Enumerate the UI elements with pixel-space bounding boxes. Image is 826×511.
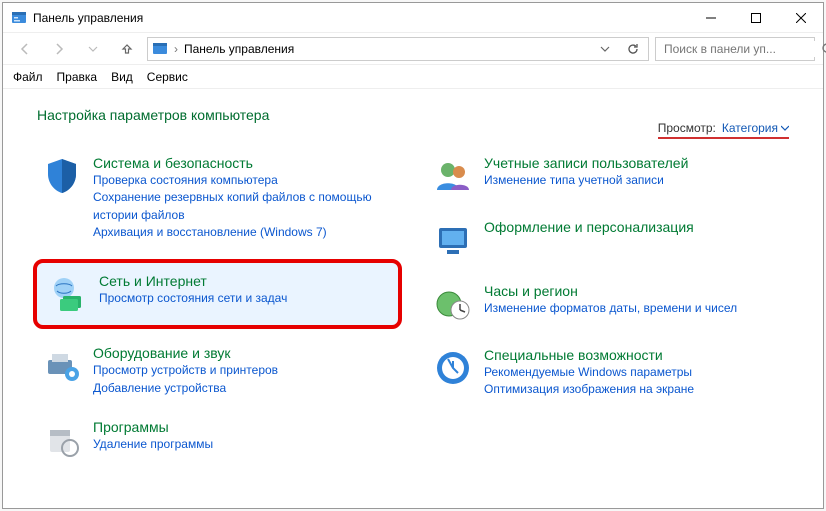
close-button[interactable] <box>778 3 823 33</box>
category-link[interactable]: Проверка состояния компьютера <box>93 172 394 189</box>
maximize-button[interactable] <box>733 3 778 33</box>
category-title[interactable]: Сеть и Интернет <box>99 273 207 289</box>
category-network-internet[interactable]: Сеть и Интернет Просмотр состояния сети … <box>43 269 392 319</box>
menu-tools[interactable]: Сервис <box>147 70 188 84</box>
shield-icon <box>41 155 83 197</box>
users-icon <box>432 155 474 197</box>
category-programs: Программы Удаление программы <box>37 415 398 465</box>
forward-button[interactable] <box>45 35 73 63</box>
category-system-security: Система и безопасность Проверка состояни… <box>37 151 398 245</box>
category-title[interactable]: Оборудование и звук <box>93 345 231 361</box>
category-ease-of-access: Специальные возможности Рекомендуемые Wi… <box>428 343 789 403</box>
address-bar[interactable]: › Панель управления <box>147 37 649 61</box>
content-area: Настройка параметров компьютера Просмотр… <box>3 89 823 508</box>
address-dropdown[interactable] <box>594 44 616 54</box>
search-icon <box>821 42 826 56</box>
category-title[interactable]: Программы <box>93 419 169 435</box>
menu-edit[interactable]: Правка <box>57 70 98 84</box>
address-text: Панель управления <box>184 42 294 56</box>
category-title[interactable]: Оформление и персонализация <box>484 219 694 235</box>
category-title[interactable]: Специальные возможности <box>484 347 663 363</box>
category-clock-region: Часы и регион Изменение форматов даты, в… <box>428 279 789 329</box>
chevron-right-icon: › <box>174 42 178 56</box>
refresh-button[interactable] <box>622 42 644 56</box>
view-label: Просмотр: <box>658 121 716 135</box>
menu-view[interactable]: Вид <box>111 70 133 84</box>
category-link[interactable]: Изменение типа учетной записи <box>484 172 785 189</box>
up-button[interactable] <box>113 35 141 63</box>
view-selector: Просмотр: Категория <box>658 121 789 139</box>
menubar: Файл Правка Вид Сервис <box>3 65 823 89</box>
app-icon <box>11 10 27 26</box>
category-title[interactable]: Учетные записи пользователей <box>484 155 688 171</box>
control-panel-window: Панель управления › Панель управления Фа… <box>2 2 824 509</box>
left-column: Система и безопасность Проверка состояни… <box>37 151 398 479</box>
minimize-button[interactable] <box>688 3 733 33</box>
category-link[interactable]: Просмотр состояния сети и задач <box>99 290 388 307</box>
printer-icon <box>41 345 83 387</box>
category-hardware-sound: Оборудование и звук Просмотр устройств и… <box>37 341 398 401</box>
category-link[interactable]: Добавление устройства <box>93 380 394 397</box>
category-appearance: Оформление и персонализация <box>428 215 789 265</box>
menu-file[interactable]: Файл <box>13 70 43 84</box>
category-title[interactable]: Часы и регион <box>484 283 578 299</box>
clock-globe-icon <box>432 283 474 325</box>
category-link[interactable]: Изменение форматов даты, времени и чисел <box>484 300 785 317</box>
programs-icon <box>41 419 83 461</box>
category-link[interactable]: Сохранение резервных копий файлов с помо… <box>93 189 394 224</box>
category-link[interactable]: Рекомендуемые Windows параметры <box>484 364 785 381</box>
chevron-down-icon <box>781 124 789 132</box>
globe-icon <box>47 273 89 315</box>
titlebar: Панель управления <box>3 3 823 33</box>
search-box[interactable] <box>655 37 815 61</box>
category-link[interactable]: Просмотр устройств и принтеров <box>93 362 394 379</box>
category-link[interactable]: Удаление программы <box>93 436 394 453</box>
accessibility-icon <box>432 347 474 389</box>
category-user-accounts: Учетные записи пользователей Изменение т… <box>428 151 789 201</box>
monitor-icon <box>432 219 474 261</box>
view-dropdown[interactable]: Категория <box>722 121 789 135</box>
category-link[interactable]: Архивация и восстановление (Windows 7) <box>93 224 394 241</box>
history-dropdown[interactable] <box>79 35 107 63</box>
search-input[interactable] <box>662 41 821 57</box>
category-link[interactable]: Оптимизация изображения на экране <box>484 381 785 398</box>
window-title: Панель управления <box>33 11 143 25</box>
address-icon <box>152 41 168 57</box>
view-value: Категория <box>722 121 778 135</box>
back-button[interactable] <box>11 35 39 63</box>
highlight-annotation: Сеть и Интернет Просмотр состояния сети … <box>33 259 402 329</box>
right-column: Учетные записи пользователей Изменение т… <box>428 151 789 479</box>
category-title[interactable]: Система и безопасность <box>93 155 253 171</box>
address-row: › Панель управления <box>3 33 823 65</box>
